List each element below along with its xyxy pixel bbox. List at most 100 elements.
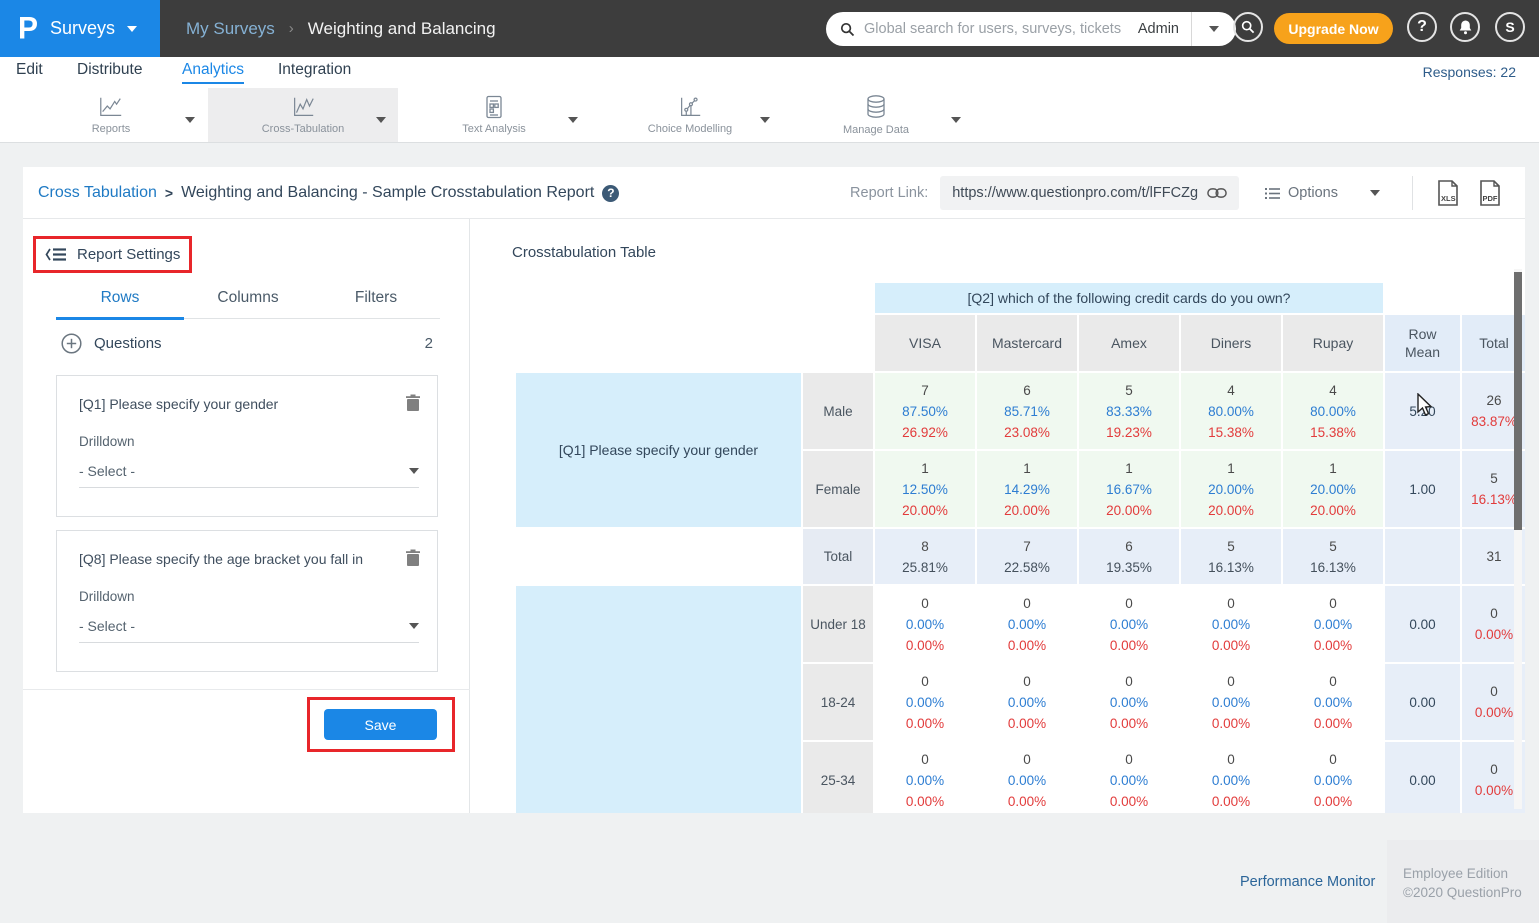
add-question-button[interactable] (61, 333, 82, 354)
help-button[interactable]: ? (1407, 12, 1437, 42)
database-icon (864, 94, 888, 120)
collapse-panel-icon (45, 247, 67, 262)
data-cell: 685.71%23.08% (977, 373, 1077, 449)
drilldown-select-value: - Select - (79, 618, 135, 634)
data-cell: 787.50%26.92% (875, 373, 975, 449)
divider (23, 689, 470, 690)
drilldown-label: Drilldown (79, 434, 417, 449)
questionpro-logo-icon: P (18, 13, 38, 45)
column-header-amex: Amex (1079, 315, 1179, 371)
save-button[interactable]: Save (324, 709, 437, 740)
vertical-scrollbar[interactable] (1514, 272, 1522, 530)
data-cell: 00.00%0.00% (875, 664, 975, 740)
data-cell: 00.00%0.00% (1181, 586, 1281, 662)
row-mean-cell: 0.00 (1385, 664, 1460, 740)
toolbar-item-text-analysis[interactable]: Text Analysis (444, 88, 544, 142)
upgrade-now-button[interactable]: Upgrade Now (1274, 13, 1393, 44)
pdf-label: PDF (1483, 194, 1498, 203)
report-link-pill[interactable]: https://www.questionpro.com/t/lFFCZg (940, 176, 1239, 210)
tab-columns[interactable]: Columns (184, 281, 312, 318)
report-link-url[interactable]: https://www.questionpro.com/t/lFFCZg (952, 185, 1198, 201)
tab-filters[interactable]: Filters (312, 281, 440, 318)
xls-label: XLS (1441, 194, 1456, 203)
global-search-input[interactable]: Global search for users, surveys, ticket… (826, 12, 1236, 46)
reports-dropdown[interactable] (185, 110, 195, 128)
top-bar: P Surveys My Surveys › Weighting and Bal… (0, 0, 1539, 57)
data-cell: 00.00%0.00% (1181, 742, 1281, 813)
data-cell: 583.33%19.23% (1079, 373, 1179, 449)
export-xls-button[interactable]: XLS (1436, 179, 1460, 207)
data-cell: 00.00%0.00% (1283, 742, 1383, 813)
report-help-icon[interactable]: ? (602, 185, 619, 202)
line-chart-icon (98, 95, 124, 119)
tab-analytics[interactable]: Analytics (182, 61, 244, 84)
divider (1412, 176, 1413, 210)
options-label: Options (1288, 185, 1338, 201)
survey-nav: Edit Distribute Analytics Integration Re… (0, 57, 1539, 88)
bell-icon (1458, 19, 1473, 35)
data-cell: 516.13% (1283, 529, 1383, 584)
crosstab-area: Crosstabulation Table [Q2] which of the … (470, 219, 1525, 813)
toolbar-item-reports[interactable]: Reports (61, 88, 161, 142)
toolbar-item-choice-modelling[interactable]: Choice Modelling (635, 88, 745, 142)
data-cell: 120.00%20.00% (1283, 451, 1383, 527)
edition-name: Employee Edition (1403, 864, 1539, 883)
toolbar-item-manage-data[interactable]: Manage Data (826, 88, 926, 142)
export-pdf-button[interactable]: PDF (1478, 179, 1502, 207)
surveys-menu-label: Surveys (50, 18, 115, 39)
notifications-button[interactable] (1450, 12, 1480, 42)
data-cell: 00.00%0.00% (1283, 586, 1383, 662)
surveys-menu[interactable]: P Surveys (0, 0, 160, 57)
list-icon (1265, 187, 1280, 200)
choice-modelling-dropdown[interactable] (760, 110, 770, 128)
delete-question-button[interactable] (405, 549, 421, 567)
breadcrumb-my-surveys[interactable]: My Surveys (186, 19, 275, 39)
delete-question-button[interactable] (405, 394, 421, 412)
cross-tabulation-dropdown[interactable] (376, 110, 386, 128)
data-cell: 722.58% (977, 529, 1077, 584)
analytics-toolbar: Reports Cross-Tabulation Text Analysis C… (0, 88, 1539, 143)
edition-copyright: ©2020 QuestionPro (1403, 883, 1539, 902)
performance-monitor-link[interactable]: Performance Monitor (1240, 874, 1375, 890)
column-header-row-mean: Row Mean (1385, 315, 1460, 371)
q2-column-group-header: [Q2] which of the following credit cards… (875, 283, 1383, 313)
question-card-q1: [Q1] Please specify your gender Drilldow… (56, 375, 438, 517)
column-header-visa: VISA (875, 315, 975, 371)
avatar[interactable]: S (1495, 12, 1525, 42)
report-header-bar: Cross Tabulation > Weighting and Balanci… (23, 167, 1525, 219)
text-analysis-dropdown[interactable] (568, 110, 578, 128)
report-link-label: Report Link: (850, 185, 928, 201)
tab-edit[interactable]: Edit (16, 61, 43, 79)
chevron-down-icon (127, 26, 137, 32)
question-title: [Q1] Please specify your gender (79, 396, 399, 412)
row-label-female: Female (803, 451, 873, 527)
drilldown-select[interactable]: - Select - (79, 463, 419, 488)
data-cell: 120.00%20.00% (1181, 451, 1281, 527)
edition-box: Employee Edition ©2020 QuestionPro (1387, 840, 1539, 923)
data-cell: 00.00%0.00% (1079, 586, 1179, 662)
row-label-total: Total (803, 529, 873, 584)
tab-integration[interactable]: Integration (278, 61, 351, 79)
cross-tabulation-breadcrumb-link[interactable]: Cross Tabulation (38, 184, 157, 202)
tab-distribute[interactable]: Distribute (77, 61, 142, 79)
data-cell: 00.00%0.00% (875, 586, 975, 662)
report-settings-toggle[interactable]: Report Settings (33, 236, 192, 273)
data-cell: 480.00%15.38% (1283, 373, 1383, 449)
row-label-18-24: 18-24 (803, 664, 873, 740)
options-button[interactable]: Options (1265, 185, 1338, 201)
row-label-25-34: 25-34 (803, 742, 873, 813)
data-cell: 516.13% (1181, 529, 1281, 584)
search-scope-dropdown[interactable] (1192, 12, 1236, 46)
drilldown-select[interactable]: - Select - (79, 618, 419, 643)
data-cell: 112.50%20.00% (875, 451, 975, 527)
data-cell: 116.67%20.00% (1079, 451, 1179, 527)
options-dropdown[interactable] (1352, 190, 1398, 196)
search-submit-button[interactable] (1233, 12, 1263, 42)
manage-data-dropdown[interactable] (951, 110, 961, 128)
question-title: [Q8] Please specify the age bracket you … (79, 551, 399, 567)
tab-rows[interactable]: Rows (56, 281, 184, 320)
toolbar-item-cross-tabulation[interactable]: Cross-Tabulation (208, 88, 398, 142)
chevron-down-icon (409, 623, 419, 629)
questions-label: Questions (94, 335, 413, 352)
settings-tabs: Rows Columns Filters (56, 281, 440, 319)
